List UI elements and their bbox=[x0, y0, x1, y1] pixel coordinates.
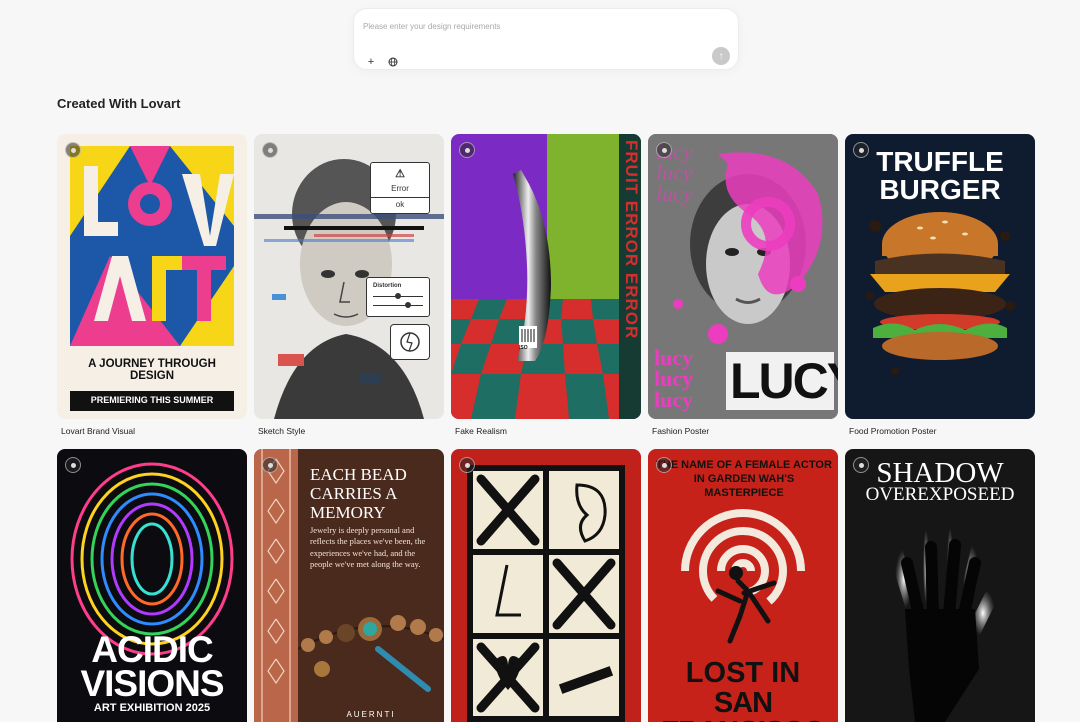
globe-button[interactable] bbox=[384, 53, 402, 71]
card-badge-icon bbox=[853, 142, 869, 158]
prompt-box: + ↑ bbox=[353, 8, 739, 70]
slider-knob bbox=[405, 302, 411, 308]
card-each-bead[interactable]: EACH BEAD CARRIES A MEMORY Jewelry is de… bbox=[254, 449, 444, 722]
visions-headline: VISIONS bbox=[80, 663, 224, 704]
san-francisco-headline: SAN FRANCISCO bbox=[661, 687, 825, 722]
dialog-divider bbox=[371, 197, 429, 198]
slider-knob bbox=[395, 293, 401, 299]
card-lovart-brand-visual[interactable]: A JOURNEY THROUGH DESIGN PREMIERING THIS… bbox=[57, 134, 247, 419]
distortion-panel: Distortion bbox=[366, 277, 430, 317]
globe-icon bbox=[388, 57, 398, 67]
plus-icon: + bbox=[367, 56, 375, 68]
acidic-subline: ART EXHIBITION 2025 bbox=[93, 702, 211, 714]
add-button[interactable]: + bbox=[362, 53, 380, 71]
card-sketch-style[interactable]: ⚠ Error ok Distortion bbox=[254, 134, 444, 419]
dialog-ok: ok bbox=[395, 200, 405, 209]
arrow-up-icon: ↑ bbox=[718, 50, 724, 62]
pattern-strip bbox=[254, 449, 298, 722]
send-button[interactable]: ↑ bbox=[712, 47, 730, 65]
section-title: Created With Lovart bbox=[57, 96, 181, 111]
card-label: Sketch Style bbox=[258, 426, 306, 436]
panel-title: Distortion bbox=[373, 283, 402, 289]
truffle-headline: TRUFFLE bbox=[876, 146, 1004, 177]
card-badge-icon bbox=[65, 142, 81, 158]
chrome-banana bbox=[513, 170, 551, 361]
design-requirements-input[interactable] bbox=[363, 17, 723, 35]
lucy-script: lucy lucy lucy bbox=[654, 345, 694, 412]
barcode-label: ISO bbox=[519, 345, 528, 351]
burger-headline: BURGER bbox=[879, 174, 1001, 205]
broken-circle-icon bbox=[390, 324, 430, 360]
bead-body: Jewelry is deeply personal and reflects … bbox=[310, 525, 426, 570]
card-badge-icon bbox=[262, 142, 278, 158]
spiral-dancer bbox=[681, 509, 805, 644]
glowing-hand bbox=[888, 520, 1002, 722]
card-fake-realism[interactable]: ISO FRUIT ERROR ERROR bbox=[451, 134, 641, 419]
tribal-pattern bbox=[261, 449, 291, 722]
lovart-art bbox=[70, 146, 234, 346]
lovart-subline: PREMIERING THIS SUMMER bbox=[90, 395, 214, 405]
error-dialog: ⚠ Error ok bbox=[370, 162, 430, 214]
warning-icon: ⚠ bbox=[395, 168, 405, 180]
card-label: Lovart Brand Visual bbox=[61, 426, 136, 436]
overexposeed-headline: OVEREXPOSEED bbox=[865, 484, 1015, 505]
card-acidic-visions[interactable]: ACIDIC VISIONS ART EXHIBITION 2025 bbox=[57, 449, 247, 722]
lovart-headline: A JOURNEY THROUGH DESIGN bbox=[88, 358, 216, 382]
card-sensory-grid[interactable] bbox=[451, 449, 641, 722]
card-shadow-overexposeed[interactable]: SHADOW OVEREXPOSEED bbox=[845, 449, 1035, 722]
burger-illustration bbox=[866, 212, 1015, 375]
slider-track bbox=[373, 305, 423, 306]
card-fashion-poster[interactable]: lucy lucy lucy lucy lucy lucy LUCY bbox=[648, 134, 838, 419]
card-badge-icon bbox=[459, 142, 475, 158]
sensory-grid-art bbox=[467, 465, 625, 722]
bead-headline: EACH BEAD CARRIES A MEMORY bbox=[310, 465, 407, 523]
lost-top-text: THE NAME OF A FEMALE ACTOR IN GARDEN WAH… bbox=[656, 459, 832, 499]
dialog-title: Error bbox=[391, 184, 409, 193]
card-badge-icon bbox=[262, 457, 278, 473]
card-label: Fake Realism bbox=[455, 426, 507, 436]
lucy-headline: LUCY bbox=[730, 353, 838, 409]
lost-headline: LOST IN bbox=[685, 657, 801, 689]
bead-necklace bbox=[298, 615, 444, 692]
card-badge-icon bbox=[65, 457, 81, 473]
card-label: Fashion Poster bbox=[652, 426, 710, 436]
bead-brand: AUERNTI bbox=[346, 710, 396, 719]
card-badge-icon bbox=[656, 457, 672, 473]
card-badge-icon bbox=[656, 142, 672, 158]
card-lost-in-san-francisco[interactable]: THE NAME OF A FEMALE ACTOR IN GARDEN WAH… bbox=[648, 449, 838, 722]
card-badge-icon bbox=[853, 457, 869, 473]
card-label: Food Promotion Poster bbox=[849, 426, 937, 436]
side-text: FRUIT ERROR ERROR bbox=[622, 140, 641, 340]
card-food-promotion[interactable]: TRUFFLE BURGER bbox=[845, 134, 1035, 419]
card-badge-icon bbox=[459, 457, 475, 473]
